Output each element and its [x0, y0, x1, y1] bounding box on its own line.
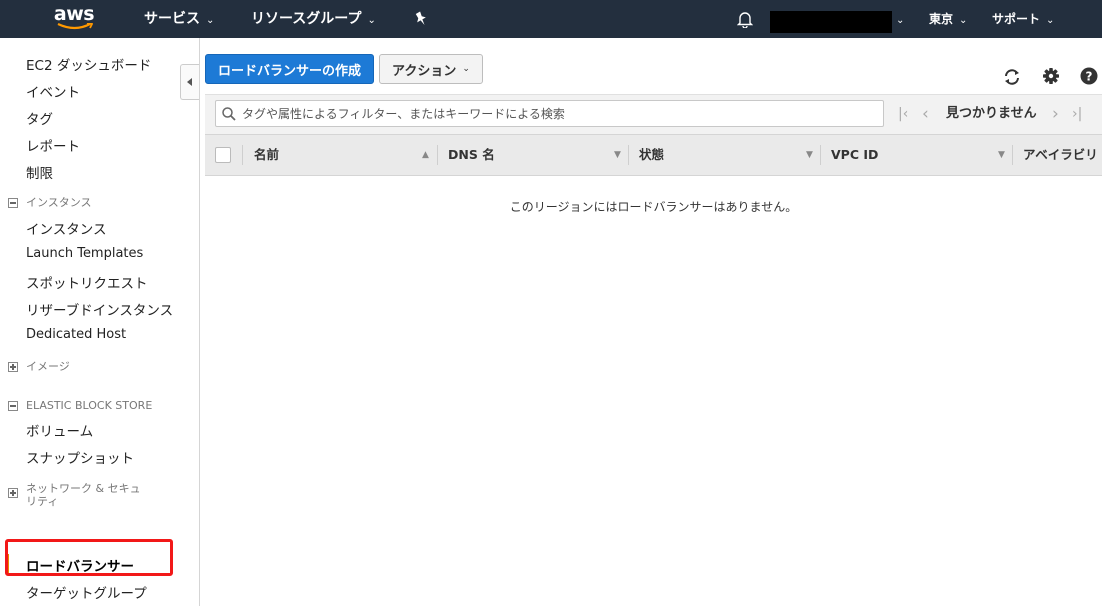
- column-header-vpc-id[interactable]: VPC ID: [831, 135, 878, 175]
- support-menu[interactable]: サポート ⌄: [992, 0, 1054, 38]
- sidebar-item-snapshots[interactable]: スナップショット: [26, 447, 134, 467]
- sidebar-section-images[interactable]: イメージ: [8, 360, 70, 373]
- aws-logo-text: aws: [53, 3, 95, 25]
- column-divider: [437, 145, 438, 165]
- sort-icon[interactable]: ▼: [614, 135, 621, 175]
- sidebar-item-launch-templates[interactable]: Launch Templates: [26, 246, 143, 261]
- sidebar-item-events[interactable]: イベント: [26, 81, 80, 101]
- region-label: 東京: [929, 12, 954, 26]
- account-name-redacted[interactable]: [770, 11, 892, 33]
- aws-smile-icon: [57, 23, 93, 30]
- chevron-down-icon: ⌄: [462, 64, 470, 74]
- select-all-checkbox[interactable]: [215, 147, 231, 163]
- chevron-down-icon: ⌄: [367, 15, 376, 26]
- account-menu-chevron[interactable]: ⌄: [896, 0, 904, 38]
- next-page-icon[interactable]: ›: [1052, 95, 1059, 133]
- aws-logo[interactable]: aws: [53, 3, 95, 34]
- table-header: 名前 ▲ DNS 名 ▼ 状態 ▼ VPC ID ▼ アベイラビリ: [205, 134, 1102, 176]
- help-icon[interactable]: ?: [1080, 67, 1098, 85]
- sidebar-item-tags[interactable]: タグ: [26, 108, 53, 128]
- section-label: ELASTIC BLOCK STORE: [26, 399, 153, 412]
- refresh-icon[interactable]: [1003, 68, 1021, 86]
- column-divider: [820, 145, 821, 165]
- actions-label: アクション: [392, 63, 457, 79]
- filter-search-input[interactable]: [242, 104, 872, 124]
- sidebar-item-ec2-dashboard[interactable]: EC2 ダッシュボード: [26, 54, 151, 74]
- pager-status: 見つかりません: [946, 106, 1037, 121]
- sidebar-item-limits[interactable]: 制限: [26, 162, 53, 182]
- filter-bar: |‹ ‹ 見つかりません › ›|: [205, 94, 1102, 134]
- chevron-down-icon: ⌄: [959, 15, 968, 26]
- highlight-annotation-box: [5, 539, 173, 576]
- last-page-icon[interactable]: ›|: [1072, 95, 1082, 133]
- create-load-balancer-button[interactable]: ロードバランサーの作成: [205, 54, 374, 84]
- region-menu[interactable]: 東京 ⌄: [929, 0, 967, 38]
- column-divider: [628, 145, 629, 165]
- expand-icon: [8, 488, 18, 498]
- sidebar-item-volumes[interactable]: ボリューム: [26, 420, 93, 440]
- sidebar-item-reserved-instances[interactable]: リザーブドインスタンス: [26, 299, 173, 319]
- expand-icon: [8, 362, 18, 372]
- sidebar-section-instances[interactable]: インスタンス: [8, 196, 92, 209]
- svg-text:?: ?: [1086, 70, 1093, 84]
- column-header-name[interactable]: 名前: [254, 135, 279, 175]
- sidebar-item-spot-requests[interactable]: スポットリクエスト: [26, 272, 148, 292]
- sort-icon[interactable]: ▼: [806, 135, 813, 175]
- sidebar: EC2 ダッシュボード イベント タグ レポート 制限 インスタンス インスタン…: [0, 38, 200, 606]
- collapse-icon: [8, 401, 18, 411]
- pin-icon[interactable]: [414, 11, 428, 27]
- sidebar-section-ebs[interactable]: ELASTIC BLOCK STORE: [8, 399, 152, 412]
- section-label: イメージ: [26, 360, 70, 373]
- section-label: ネットワーク & セキュリティ: [26, 482, 141, 508]
- search-icon: [222, 107, 236, 121]
- chevron-down-icon: ⌄: [206, 15, 215, 26]
- sidebar-section-network-security[interactable]: ネットワーク & セキュリティ: [8, 482, 158, 508]
- column-header-state[interactable]: 状態: [639, 135, 664, 175]
- sidebar-item-dedicated-host[interactable]: Dedicated Host: [26, 327, 126, 342]
- sort-icon[interactable]: ▼: [998, 135, 1005, 175]
- column-header-availability-zone[interactable]: アベイラビリ: [1023, 135, 1098, 175]
- services-menu[interactable]: サービス ⌄: [144, 0, 214, 38]
- resource-groups-menu[interactable]: リソースグループ ⌄: [251, 0, 376, 38]
- actions-button[interactable]: アクション ⌄: [379, 54, 483, 84]
- column-divider: [242, 145, 243, 165]
- prev-page-icon[interactable]: ‹: [922, 95, 929, 133]
- bell-icon[interactable]: [737, 10, 753, 28]
- support-label: サポート: [992, 12, 1041, 26]
- sidebar-item-reports[interactable]: レポート: [26, 135, 80, 155]
- collapse-icon: [8, 198, 18, 208]
- sort-ascending-icon[interactable]: ▲: [422, 135, 429, 175]
- top-navigation-bar: aws サービス ⌄ リソースグループ ⌄ ⌄ 東京 ⌄ サポート ⌄: [0, 0, 1102, 38]
- chevron-down-icon: ⌄: [896, 15, 905, 26]
- sidebar-item-instances[interactable]: インスタンス: [26, 218, 106, 238]
- section-label: インスタンス: [26, 196, 92, 209]
- first-page-icon[interactable]: |‹: [898, 95, 908, 133]
- gear-icon[interactable]: [1042, 67, 1060, 85]
- resource-groups-label: リソースグループ: [251, 11, 362, 27]
- column-divider: [1012, 145, 1013, 165]
- empty-table-message: このリージョンにはロードバランサーはありません。: [509, 200, 798, 214]
- sidebar-collapse-toggle[interactable]: [180, 64, 199, 100]
- filter-search-box[interactable]: [215, 100, 884, 127]
- services-label: サービス: [144, 11, 200, 27]
- column-header-dns-name[interactable]: DNS 名: [448, 135, 495, 175]
- sidebar-item-target-groups[interactable]: ターゲットグループ: [26, 582, 147, 602]
- chevron-down-icon: ⌄: [1046, 15, 1055, 26]
